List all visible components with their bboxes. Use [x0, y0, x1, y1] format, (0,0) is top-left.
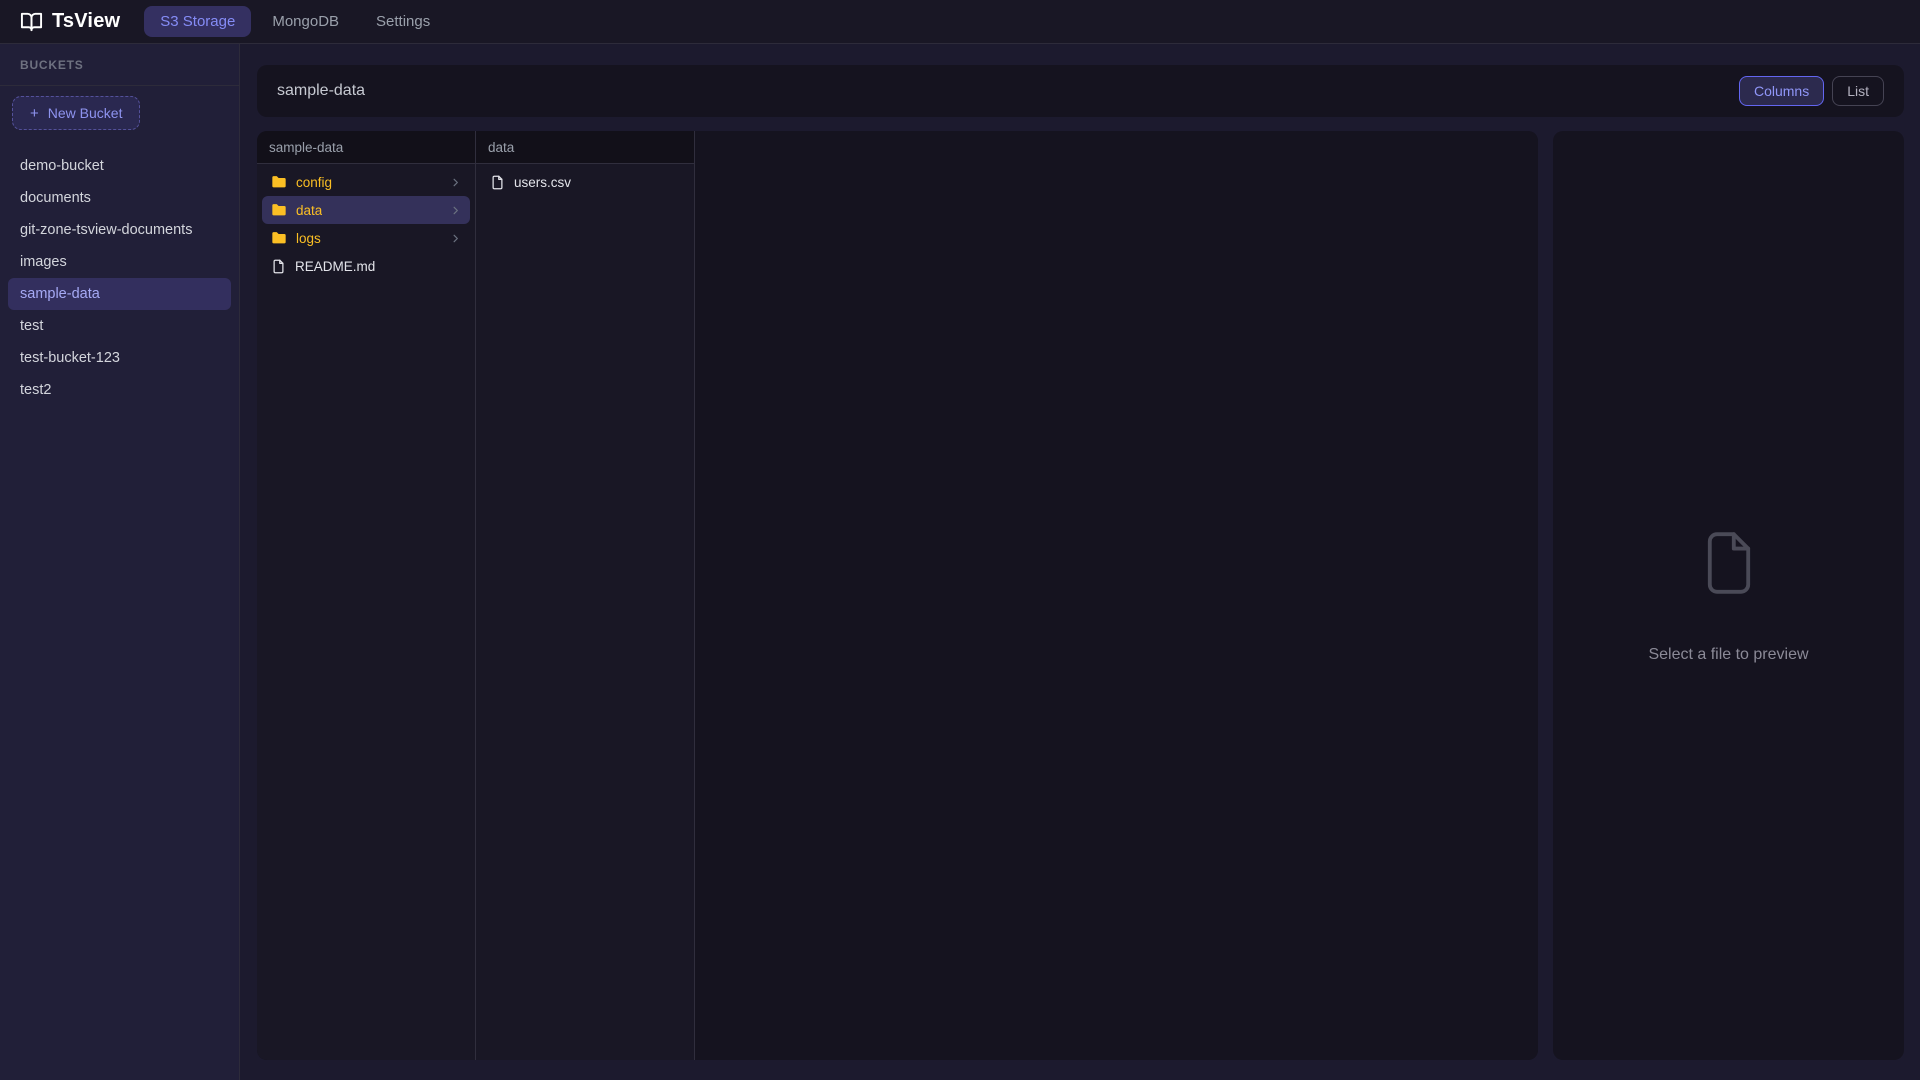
column-body: users.csv [476, 164, 694, 200]
app-logo: TsView [20, 10, 120, 33]
bucket-header-card: sample-data Columns List [257, 65, 1904, 117]
row-label: users.csv [514, 175, 571, 190]
folder-row-logs[interactable]: logs [262, 224, 470, 252]
bucket-item-demo-bucket[interactable]: demo-bucket [8, 150, 231, 182]
column-header: data [476, 131, 694, 164]
new-bucket-label: New Bucket [48, 105, 123, 121]
chevron-right-icon [450, 233, 461, 244]
row-label: logs [296, 231, 321, 246]
column-body: config data logs README.md [257, 164, 475, 284]
row-label: data [296, 203, 322, 218]
book-open-icon [20, 10, 43, 33]
bucket-item-test-bucket-123[interactable]: test-bucket-123 [8, 342, 231, 374]
column-header: sample-data [257, 131, 475, 164]
file-icon [271, 259, 286, 274]
view-toggle: Columns List [1739, 76, 1884, 106]
app-name: TsView [52, 10, 120, 33]
folder-icon [271, 174, 287, 190]
folder-icon [271, 230, 287, 246]
bucket-item-images[interactable]: images [8, 246, 231, 278]
file-column-sample-data: sample-data config data logs README.md [257, 131, 476, 1060]
tsview-app: { "topbar": { "app_name": "TsView", "tab… [0, 0, 1920, 1080]
folder-icon [271, 202, 287, 218]
top-bar: TsView S3 StorageMongoDBSettings [0, 0, 1920, 44]
tab-settings[interactable]: Settings [360, 6, 446, 37]
buckets-sidebar: BUCKETS + New Bucket demo-bucketdocument… [0, 44, 240, 1080]
file-row-users.csv[interactable]: users.csv [481, 168, 689, 196]
folder-row-data[interactable]: data [262, 196, 470, 224]
bucket-item-documents[interactable]: documents [8, 182, 231, 214]
file-browser: sample-data config data logs README.md data us… [257, 131, 1538, 1060]
plus-icon: + [30, 106, 39, 121]
bucket-item-test2[interactable]: test2 [8, 374, 231, 406]
buckets-heading: BUCKETS [0, 44, 239, 86]
new-bucket-wrap: + New Bucket [0, 86, 239, 134]
row-label: config [296, 175, 332, 190]
page-title: sample-data [277, 82, 365, 100]
tab-mongodb[interactable]: MongoDB [256, 6, 355, 37]
preview-empty-text: Select a file to preview [1648, 646, 1808, 664]
row-label: README.md [295, 259, 375, 274]
bucket-item-sample-data[interactable]: sample-data [8, 278, 231, 310]
bucket-item-git-zone-tsview-documents[interactable]: git-zone-tsview-documents [8, 214, 231, 246]
chevron-right-icon [450, 177, 461, 188]
bucket-item-test[interactable]: test [8, 310, 231, 342]
file-icon [490, 175, 505, 190]
bucket-list: demo-bucketdocumentsgit-zone-tsview-docu… [0, 150, 239, 406]
preview-panel: Select a file to preview [1553, 131, 1904, 1060]
folder-row-config[interactable]: config [262, 168, 470, 196]
top-nav-tabs: S3 StorageMongoDBSettings [144, 6, 446, 37]
file-icon [1700, 527, 1758, 604]
list-view-button[interactable]: List [1832, 76, 1884, 106]
file-row-README.md[interactable]: README.md [262, 252, 470, 280]
file-column-data: data users.csv [476, 131, 695, 1060]
new-bucket-button[interactable]: + New Bucket [12, 96, 140, 130]
columns-view-button[interactable]: Columns [1739, 76, 1824, 106]
empty-column-area [695, 131, 1538, 1060]
chevron-right-icon [450, 205, 461, 216]
tab-s3-storage[interactable]: S3 Storage [144, 6, 251, 37]
